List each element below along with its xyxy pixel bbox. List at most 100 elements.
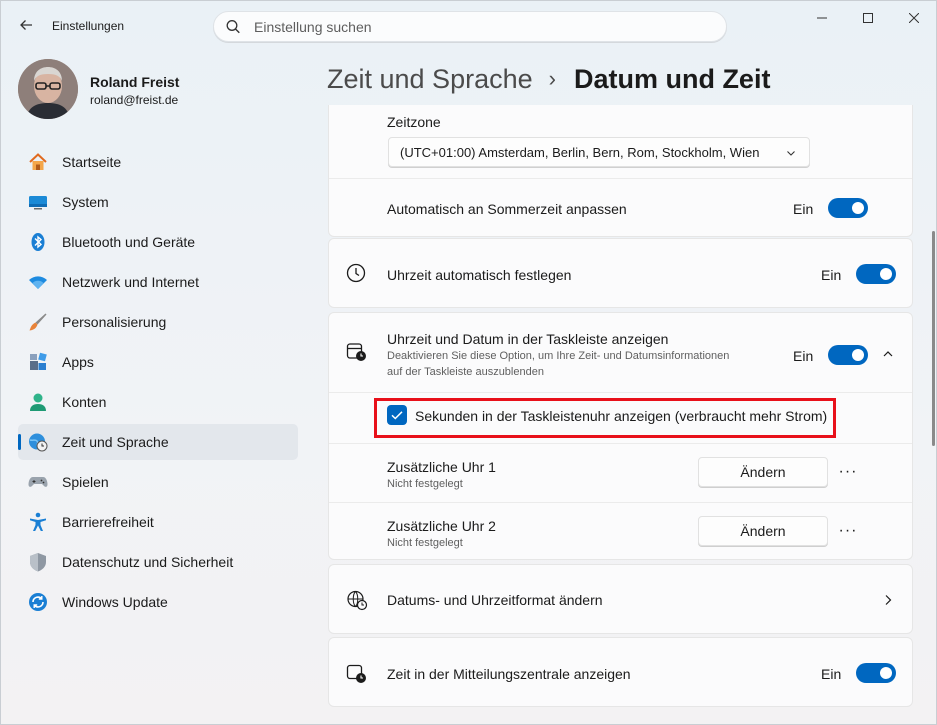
sidebar-item-label: Konten [62, 394, 107, 410]
user-name: Roland Freist [90, 74, 180, 90]
arrow-left-icon [20, 20, 32, 30]
chevron-right-icon [885, 595, 892, 605]
taskbar-toggle[interactable] [828, 345, 868, 365]
timezone-dropdown[interactable]: (UTC+01:00) Amsterdam, Berlin, Bern, Rom… [388, 137, 810, 167]
notification-toggle[interactable] [856, 663, 896, 683]
maximize-icon [863, 13, 873, 23]
divider [329, 502, 912, 503]
sidebar-item-zeit-und-sprache[interactable]: Zeit und Sprache [18, 424, 298, 460]
sidebar-item-system[interactable]: System [18, 184, 298, 220]
sidebar-nav: Startseite System Bluetooth und Geräte N… [18, 144, 298, 624]
globe-settings-icon [347, 590, 368, 611]
sidebar-item-label: Spielen [62, 474, 109, 490]
notification-card: Zeit in der Mitteilungszentrale anzeigen… [328, 637, 913, 707]
clock2-change-button[interactable]: Ändern [698, 516, 828, 546]
person-icon [30, 393, 46, 411]
calendar-clock-icon [346, 343, 366, 361]
format-label: Datums- und Uhrzeitformat ändern [387, 592, 603, 608]
close-button[interactable] [891, 1, 937, 35]
settings-window: Einstellungen Roland Freist roland@freis… [0, 0, 937, 725]
timezone-value: (UTC+01:00) Amsterdam, Berlin, Bern, Rom… [400, 145, 760, 160]
sidebar-item-label: Personalisierung [62, 314, 167, 330]
app-title: Einstellungen [52, 19, 125, 33]
sidebar-item-label: System [62, 194, 109, 210]
sidebar-item-label: Startseite [62, 154, 122, 170]
breadcrumb-separator: › [548, 66, 556, 91]
clock2-more-button[interactable]: ··· [833, 516, 863, 546]
bluetooth-icon [31, 233, 45, 251]
page-title: Datum und Zeit [573, 63, 771, 94]
sidebar-item-netzwerk[interactable]: Netzwerk und Internet [18, 264, 298, 300]
close-icon [909, 13, 919, 23]
sidebar-item-spielen[interactable]: Spielen [18, 464, 298, 500]
notification-clock-icon [346, 664, 366, 683]
taskbar-desc-line2: auf der Taskleiste auszublenden [387, 366, 544, 378]
sidebar-item-datenschutz[interactable]: Datenschutz und Sicherheit [18, 544, 298, 580]
sidebar-item-konten[interactable]: Konten [18, 384, 298, 420]
sidebar-item-label: Zeit und Sprache [62, 434, 169, 450]
monitor-icon [29, 196, 47, 210]
timezone-card: Zeitzone (UTC+01:00) Amsterdam, Berlin, … [328, 105, 913, 237]
search-input[interactable] [254, 12, 714, 41]
brush-icon [29, 313, 47, 331]
minimize-button[interactable] [799, 1, 845, 35]
dst-label: Automatisch an Sommerzeit anpassen [387, 201, 627, 217]
update-icon [29, 593, 47, 611]
avatar[interactable] [18, 59, 78, 119]
auto-time-state: Ein [821, 267, 842, 283]
apps-icon [30, 352, 47, 370]
sidebar-item-startseite[interactable]: Startseite [18, 144, 298, 180]
sidebar-item-windows-update[interactable]: Windows Update [18, 584, 298, 620]
breadcrumb: Zeit und Sprache › Datum und Zeit [327, 59, 770, 99]
chevron-down-icon [787, 151, 795, 156]
sidebar-item-label: Apps [62, 354, 94, 370]
notification-state: Ein [821, 666, 842, 682]
notification-label: Zeit in der Mitteilungszentrale anzeigen [387, 666, 631, 682]
sidebar-item-apps[interactable]: Apps [18, 344, 298, 380]
format-card[interactable]: Datums- und Uhrzeitformat ändern [328, 564, 913, 634]
avatar-photo-icon [18, 59, 78, 119]
scrollbar[interactable] [932, 231, 935, 446]
sidebar-item-bluetooth[interactable]: Bluetooth und Geräte [18, 224, 298, 260]
sidebar-item-label: Datenschutz und Sicherheit [62, 554, 234, 570]
settings-content[interactable]: Zeitzone (UTC+01:00) Amsterdam, Berlin, … [328, 105, 913, 725]
breadcrumb-parent[interactable]: Zeit und Sprache [327, 64, 533, 95]
taskbar-state: Ein [793, 348, 814, 364]
user-email: roland@freist.de [90, 93, 179, 107]
clock2-label: Zusätzliche Uhr 2 [387, 518, 496, 534]
auto-time-label: Uhrzeit automatisch festlegen [387, 267, 572, 283]
clock2-sub: Nicht festgelegt [387, 537, 463, 549]
clock1-more-button[interactable]: ··· [833, 457, 863, 487]
clock1-sub: Nicht festgelegt [387, 478, 463, 490]
title-bar: Einstellungen [1, 1, 936, 49]
taskbar-label: Uhrzeit und Datum in der Taskleiste anze… [387, 331, 669, 347]
globe-clock-icon [29, 433, 48, 452]
search-icon [226, 20, 240, 34]
shield-icon [30, 553, 46, 572]
dst-toggle[interactable] [828, 198, 868, 218]
divider [329, 443, 912, 444]
divider [329, 178, 912, 179]
dst-state: Ein [793, 201, 814, 217]
auto-time-card: Uhrzeit automatisch festlegen Ein [328, 238, 913, 308]
clock1-label: Zusätzliche Uhr 1 [387, 459, 496, 475]
chevron-up-icon[interactable] [881, 347, 895, 361]
search-box[interactable] [213, 11, 727, 42]
back-button[interactable] [13, 12, 39, 38]
clock-icon [346, 263, 366, 283]
highlight-box [374, 398, 836, 438]
sidebar-item-label: Bluetooth und Geräte [62, 234, 196, 250]
sidebar-item-personalisierung[interactable]: Personalisierung [18, 304, 298, 340]
accessibility-icon [30, 512, 46, 531]
clock1-change-button[interactable]: Ändern [698, 457, 828, 487]
wifi-icon [29, 276, 47, 289]
home-icon [29, 153, 47, 170]
maximize-button[interactable] [845, 1, 891, 35]
minimize-icon [817, 17, 827, 19]
sidebar-item-label: Barrierefreiheit [62, 514, 154, 530]
gamepad-icon [28, 477, 48, 487]
sidebar-item-barrierefreiheit[interactable]: Barrierefreiheit [18, 504, 298, 540]
auto-time-toggle[interactable] [856, 264, 896, 284]
sidebar-item-label: Netzwerk und Internet [62, 274, 199, 290]
timezone-label: Zeitzone [387, 114, 441, 130]
